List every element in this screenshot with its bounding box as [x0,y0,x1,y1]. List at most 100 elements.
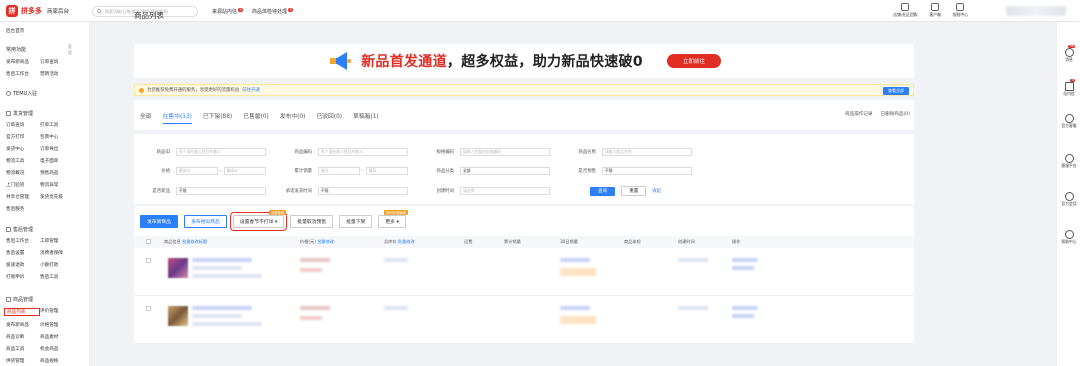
sidebar-item[interactable]: 包裹中心 [40,134,74,140]
notice-view-all-button[interactable]: 查看全部 [883,86,909,95]
sidebar-item[interactable]: 订单导出 [40,146,74,152]
row-checkbox[interactable] [146,306,151,311]
sidebar-item[interactable]: 极速退款 [6,262,40,268]
sidebar-item[interactable]: 物流异常 [40,182,74,188]
select-all-checkbox[interactable] [146,239,151,244]
tab-rejected[interactable]: 已驳回(0) [316,100,342,130]
tab-sold-out[interactable]: 已售罄(0) [243,100,269,130]
user-account[interactable] [1006,6,1066,16]
shop-link[interactable]: 店铺/社区团购 [893,3,917,18]
table-row[interactable] [134,298,914,344]
operation-log-link[interactable]: 商品操作记录 [845,111,873,117]
sidebar-item[interactable]: 小额打款 [40,262,74,268]
product-thumbnail[interactable] [168,306,188,326]
actions-blur[interactable] [732,314,754,318]
sidebar-item[interactable]: 商品诊断 [6,334,40,340]
row-checkbox[interactable] [146,258,151,263]
goods-code-input[interactable]: 多个请在输入框回车输入 [318,148,408,156]
sidebar-item[interactable]: 发布新商品 [6,59,40,65]
goods-name-input[interactable]: 请输入商品名称 [602,148,692,156]
sidebar-item[interactable]: 商品工具 [6,346,40,352]
rail-messages[interactable]: 99 消息 [1060,44,1078,62]
sidebar-item[interactable]: 评价管理 [40,308,74,316]
tab-publishing[interactable]: 发布中(0) [280,100,306,130]
rail-official-service[interactable]: 官方客服 [1060,114,1078,128]
create-time-picker[interactable]: 请选择 [460,187,550,195]
sidebar-item[interactable]: 发货中心 [6,146,40,152]
publish-goods-button[interactable]: 发布新商品 [140,214,178,228]
sidebar-item[interactable]: 上门验货 [6,182,40,188]
batch-off-shelf-button[interactable]: 批量下架 [339,214,373,228]
ship-time-select[interactable]: 不限 [318,187,408,195]
table-row[interactable] [134,250,914,296]
actions-blur[interactable] [732,258,758,262]
sidebar-item[interactable]: 供货管理 [6,358,40,364]
sidebar-item-goods-list[interactable]: 商品列表 [4,308,40,316]
tab-off-shelf[interactable]: 已下架(88) [203,100,232,130]
sidebar-item[interactable]: 电子面单 [40,158,74,164]
new-goods-select[interactable]: 不限 [176,187,266,195]
product-title-blur[interactable] [192,306,252,310]
sidebar-item[interactable]: 订单查询 [40,59,74,65]
sidebar-item[interactable]: 物流概况 [6,170,40,176]
batch-edit-title-link[interactable]: 批量修改标题 [182,239,207,244]
actions-blur[interactable] [732,266,754,270]
rail-inbox[interactable]: 9 站内信 [1060,78,1078,96]
sidebar-item[interactable]: 发布新商品 [6,322,40,328]
tab-drafts[interactable]: 草稿箱(1) [353,100,379,130]
set-holiday-button[interactable]: 设置春节不打烊 ▾ 设置营销 [229,209,288,231]
client-link[interactable]: 客户端 [929,3,941,18]
sidebar-item[interactable]: 售后服务 [6,206,40,212]
goods-id-input[interactable]: 多个请在输入框回车输入 [176,148,266,156]
search-button[interactable]: 查询 [590,186,616,196]
rail-official-chat[interactable]: 官方会话 [1060,192,1078,206]
tab-on-sale[interactable]: 在售中(13) [162,100,193,130]
batch-cancel-presale-button[interactable]: 批量取消预售 [290,214,334,228]
product-title-blur[interactable] [192,258,252,262]
sales-max-input[interactable]: 最高 [365,167,408,175]
batch-edit-stock-link[interactable]: 批量修改 [398,239,415,244]
publish-similar-button[interactable]: 发布相似商品 [184,214,227,228]
sidebar-item[interactable]: 售后工作台 [6,238,40,244]
more-button[interactable]: 更多 ▾ 操作批量编辑 [378,209,408,228]
sidebar-item[interactable]: 售后工具 [40,274,74,280]
presale-select[interactable]: 不限 [602,167,692,175]
sidebar-item[interactable]: 打假申诉 [6,274,40,280]
notice-link[interactable]: 前往开通 [242,87,260,93]
sidebar-item-temu[interactable]: TEMU入驻 [6,90,37,97]
rules-link[interactable]: 规则中心 [953,3,968,18]
rail-service-platform[interactable]: 客服平台 [1060,154,1078,168]
sidebar-item[interactable]: 预售商品 [40,170,74,176]
sidebar-item[interactable]: 官方打印 [6,134,40,140]
top-link-messages[interactable]: 来源站内信 9 [212,8,244,15]
batch-edit-price-link[interactable]: 批量修改 [317,239,334,244]
reset-button[interactable]: 重置 [621,186,647,196]
sidebar-item[interactable]: 售后设置 [6,250,40,256]
tab-all[interactable]: 全部 [140,100,152,130]
actions-blur[interactable] [732,306,758,310]
sidebar-item[interactable]: 售后工作台 [6,71,40,77]
price-max-input[interactable]: 最高价 [223,167,266,175]
sidebar-item[interactable]: 商品规格 [40,358,74,364]
top-link-health[interactable]: 商品体检待处理 9 [252,8,294,15]
sidebar-item[interactable]: 共享仓管理 [6,194,40,200]
sidebar-item[interactable]: 物流工具 [6,158,40,164]
sidebar-item[interactable]: 营销活动 [40,71,74,77]
sidebar-item-home[interactable]: 后台首页 [6,28,24,34]
sidebar-item[interactable]: 消费者保障 [40,250,74,256]
product-thumbnail[interactable] [168,258,188,278]
collapse-toggle[interactable]: 收起 [652,188,661,194]
sidebar-item[interactable]: 订单查询 [6,122,40,128]
sidebar-item[interactable]: 打单工具 [40,122,74,128]
logo[interactable]: 拼 拼多多 商家后台 [6,5,69,17]
sidebar-item[interactable]: 工单管理 [40,238,74,244]
category-select[interactable]: 全部 [460,167,550,175]
banner-go-button[interactable]: 立即前往 [666,54,721,68]
sidebar-item[interactable]: 机会商品 [40,346,74,352]
sidebar-item[interactable]: 价格管理 [40,322,74,328]
price-min-input[interactable]: 最低价 [176,167,218,175]
sidebar-item[interactable]: 发货优先级 [40,194,74,200]
sku-code-input[interactable]: 请输入完整的规格编码 [460,148,550,156]
sidebar-item[interactable]: 商品素材 [40,334,74,340]
manage-link[interactable]: 管理 [68,44,72,56]
